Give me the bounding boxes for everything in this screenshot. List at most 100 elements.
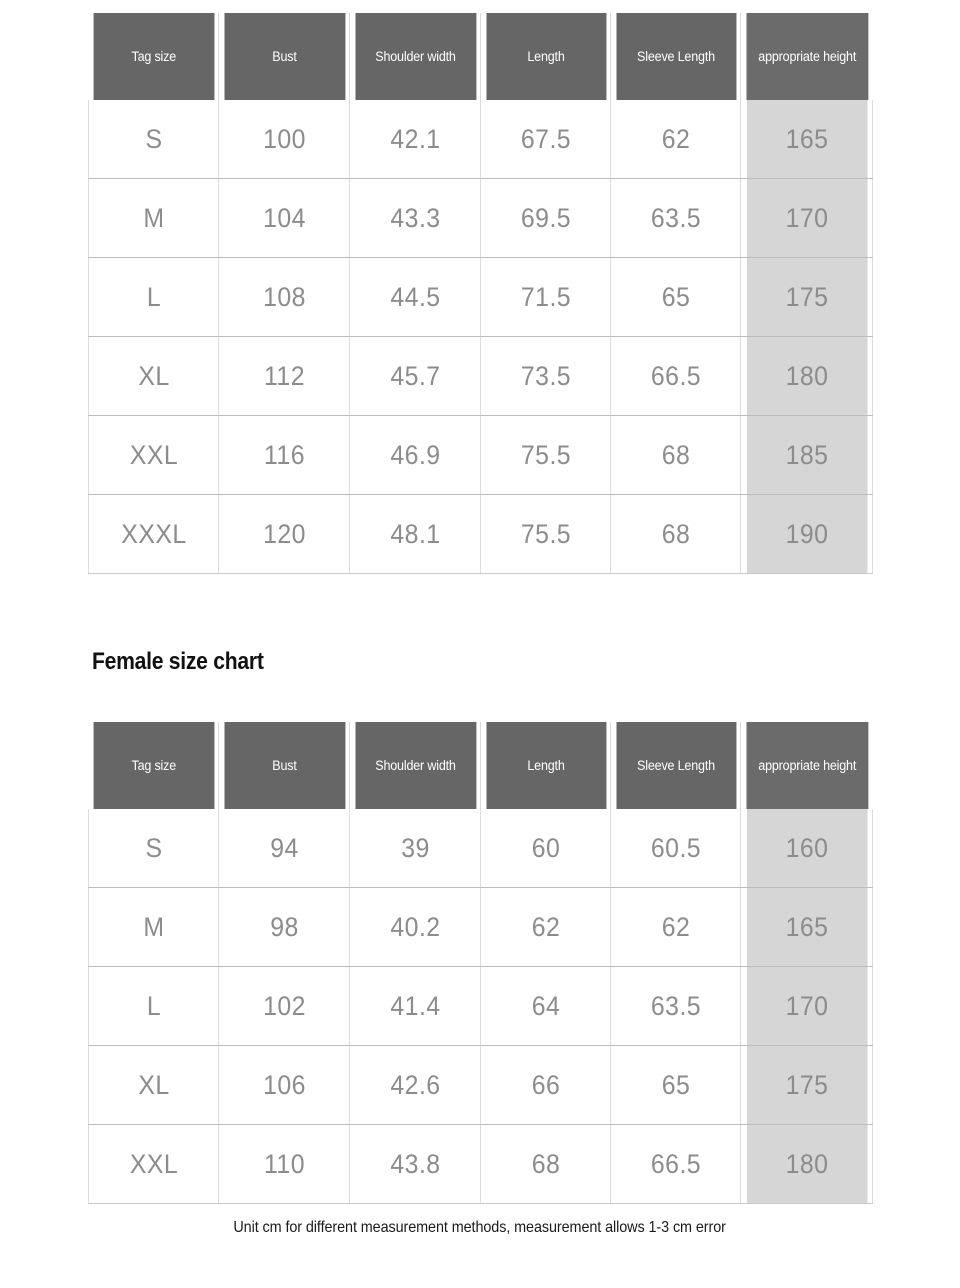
column-header-2: Shoulder width	[354, 722, 477, 809]
table-row: XL 106 42.6 66 65 175	[89, 1045, 873, 1125]
table-header-row: Tag size Bust Shoulder width Length Sleeve L…	[89, 722, 873, 809]
cell-value: 62	[615, 100, 736, 179]
cell-tag-size: XL	[93, 1045, 214, 1125]
column-header-1: Bust	[223, 13, 346, 100]
cell-value: 100	[223, 100, 345, 179]
female-size-table: Tag size Bust Shoulder width Length Sleeve L…	[88, 722, 873, 1204]
cell-value: 46.9	[354, 415, 476, 495]
cell-tag-size: L	[93, 257, 214, 337]
cell-value: 68	[615, 494, 736, 574]
cell-value: 75.5	[485, 494, 606, 574]
cell-value: 39	[354, 809, 476, 888]
cell-value: 66.5	[615, 336, 736, 416]
cell-value: 45.7	[354, 336, 476, 416]
cell-value: 63.5	[615, 178, 736, 258]
table-row: XXXL 120 48.1 75.5 68 190	[89, 494, 873, 574]
female-section-title: Female size chart	[92, 648, 264, 675]
measurement-note: Unit cm for different measurement method…	[0, 1219, 960, 1237]
cell-value: 170	[745, 178, 868, 258]
table-row: XXL 116 46.9 75.5 68 185	[89, 415, 873, 495]
cell-value: 65	[615, 257, 736, 337]
table-row: L 102 41.4 64 63.5 170	[89, 966, 873, 1046]
table-row: S 94 39 60 60.5 160	[89, 809, 873, 888]
table-header-row: Tag size Bust Shoulder width Length Sleeve L…	[89, 13, 873, 100]
cell-value: 42.6	[354, 1045, 476, 1125]
cell-value: 62	[485, 887, 606, 967]
measurement-note-text: Unit cm for different measurement method…	[233, 1219, 727, 1236]
cell-value: 190	[745, 494, 868, 574]
female-table-body: S 94 39 60 60.5 160 M 98 40.2 62 62 165 L 102 41.4 64 63…	[89, 809, 873, 1204]
size-chart-page: Tag size Bust Shoulder width Length Sleeve L…	[0, 0, 960, 1288]
column-header-0: Tag size	[93, 13, 215, 100]
cell-value: 64	[485, 966, 606, 1046]
male-table-header: Tag size Bust Shoulder width Length Sleeve L…	[89, 13, 873, 100]
cell-value: 175	[745, 257, 868, 337]
cell-value: 63.5	[615, 966, 736, 1046]
male-table-body: S 100 42.1 67.5 62 165 M 104 43.3 69.5 63.5 170 L 108…	[89, 100, 873, 574]
cell-value: 104	[223, 178, 345, 258]
cell-value: 41.4	[354, 966, 476, 1046]
cell-value: 65	[615, 1045, 736, 1125]
column-header-5: appropriate height	[745, 722, 868, 809]
cell-value: 43.8	[354, 1124, 476, 1204]
cell-value: 175	[745, 1045, 868, 1125]
cell-value: 180	[745, 1124, 868, 1204]
cell-tag-size: M	[93, 887, 214, 967]
cell-value: 75.5	[485, 415, 606, 495]
cell-value: 108	[223, 257, 345, 337]
column-header-4: Sleeve Length	[615, 13, 737, 100]
table-row: XL 112 45.7 73.5 66.5 180	[89, 336, 873, 416]
cell-value: 180	[745, 336, 868, 416]
cell-value: 94	[223, 809, 345, 888]
cell-value: 43.3	[354, 178, 476, 258]
table-row: L 108 44.5 71.5 65 175	[89, 257, 873, 337]
table-row: M 104 43.3 69.5 63.5 170	[89, 178, 873, 258]
cell-tag-size: XL	[93, 336, 214, 416]
female-table-header: Tag size Bust Shoulder width Length Sleeve L…	[89, 722, 873, 809]
cell-value: 69.5	[485, 178, 606, 258]
cell-tag-size: S	[93, 100, 214, 179]
cell-value: 110	[223, 1124, 345, 1204]
table-row: XXL 110 43.8 68 66.5 180	[89, 1124, 873, 1204]
cell-value: 98	[223, 887, 345, 967]
cell-tag-size: L	[93, 966, 214, 1046]
cell-value: 60	[485, 809, 606, 888]
cell-value: 73.5	[485, 336, 606, 416]
cell-value: 68	[615, 415, 736, 495]
cell-value: 66.5	[615, 1124, 736, 1204]
cell-value: 112	[223, 336, 345, 416]
cell-value: 120	[223, 494, 345, 574]
cell-value: 42.1	[354, 100, 476, 179]
cell-value: 44.5	[354, 257, 476, 337]
cell-value: 165	[745, 100, 868, 179]
cell-tag-size: XXL	[93, 1124, 214, 1204]
cell-value: 160	[745, 809, 868, 888]
cell-value: 66	[485, 1045, 606, 1125]
cell-value: 40.2	[354, 887, 476, 967]
cell-value: 102	[223, 966, 345, 1046]
cell-tag-size: S	[93, 809, 214, 888]
column-header-0: Tag size	[93, 722, 215, 809]
cell-value: 48.1	[354, 494, 476, 574]
cell-value: 170	[745, 966, 868, 1046]
cell-value: 185	[745, 415, 868, 495]
cell-value: 67.5	[485, 100, 606, 179]
table-row: S 100 42.1 67.5 62 165	[89, 100, 873, 179]
male-size-table: Tag size Bust Shoulder width Length Sleeve L…	[88, 13, 873, 574]
column-header-3: Length	[485, 722, 607, 809]
cell-value: 106	[223, 1045, 345, 1125]
cell-value: 62	[615, 887, 736, 967]
column-header-2: Shoulder width	[354, 13, 477, 100]
cell-tag-size: M	[93, 178, 214, 258]
cell-tag-size: XXXL	[93, 494, 214, 574]
cell-value: 71.5	[485, 257, 606, 337]
column-header-1: Bust	[223, 722, 346, 809]
table-row: M 98 40.2 62 62 165	[89, 887, 873, 967]
column-header-3: Length	[485, 13, 607, 100]
cell-value: 68	[485, 1124, 606, 1204]
cell-tag-size: XXL	[93, 415, 214, 495]
cell-value: 165	[745, 887, 868, 967]
column-header-5: appropriate height	[745, 13, 868, 100]
cell-value: 60.5	[615, 809, 736, 888]
cell-value: 116	[223, 415, 345, 495]
